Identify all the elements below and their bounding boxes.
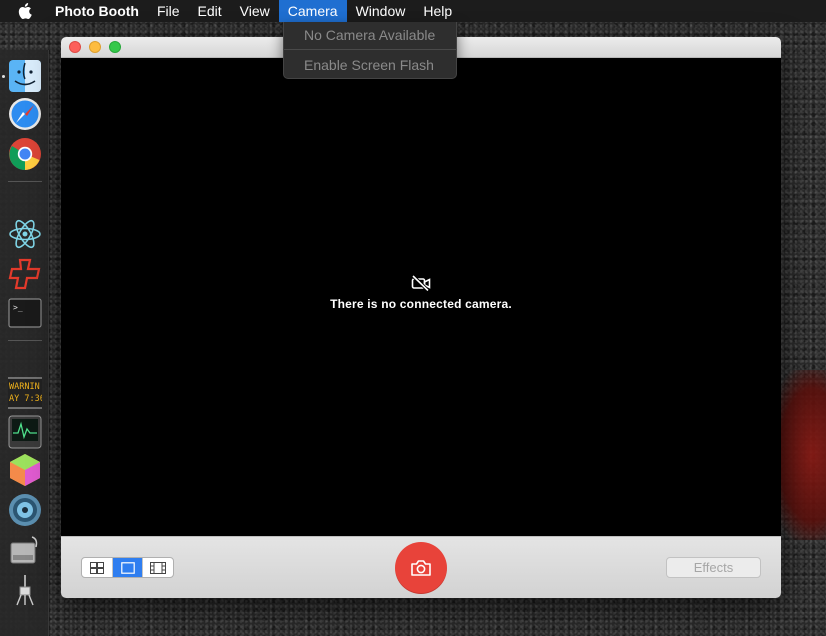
activity-monitor-icon[interactable] — [8, 415, 42, 449]
dock-separator — [8, 181, 42, 182]
menu-item-no-camera[interactable]: No Camera Available — [284, 22, 456, 48]
film-strip-icon — [150, 561, 167, 574]
no-camera-message: There is no connected camera. — [330, 297, 512, 311]
menu-help[interactable]: Help — [414, 0, 461, 22]
finder-icon[interactable] — [8, 59, 42, 93]
apple-logo-icon[interactable] — [18, 0, 34, 22]
single-photo-icon — [120, 561, 135, 574]
menu-item-screen-flash[interactable]: Enable Screen Flash — [284, 52, 456, 78]
disk-utility-icon[interactable] — [8, 493, 42, 527]
grid-icon — [89, 561, 104, 574]
svg-text:AY 7:36: AY 7:36 — [9, 394, 42, 404]
close-button[interactable] — [69, 41, 81, 53]
effects-button[interactable]: Effects — [666, 557, 761, 578]
menu-camera[interactable]: Camera — [278, 0, 347, 22]
menu-app-name[interactable]: Photo Booth — [46, 0, 148, 22]
menu-separator — [284, 49, 456, 50]
photo-booth-window: There is no connected camera. Effects — [61, 37, 781, 598]
video-view-button[interactable] — [143, 558, 173, 577]
zoom-button[interactable] — [109, 41, 121, 53]
atom-icon[interactable] — [8, 217, 42, 251]
console-icon[interactable]: WARNIN AY 7:36 — [8, 377, 45, 411]
dock-separator — [8, 340, 42, 341]
minimize-button[interactable] — [89, 41, 101, 53]
menu-bar: Photo Booth File Edit View Camera Window… — [0, 0, 826, 22]
single-photo-view-button[interactable] — [112, 558, 144, 577]
running-indicator — [2, 75, 5, 78]
boot-camp-icon[interactable] — [8, 533, 42, 567]
menu-view[interactable]: View — [231, 0, 279, 22]
safari-icon[interactable] — [8, 97, 42, 131]
menu-window[interactable]: Window — [347, 0, 415, 22]
svg-text:>_: >_ — [13, 303, 23, 312]
take-photo-button[interactable] — [395, 542, 447, 594]
camera-menu-dropdown: No Camera Available Enable Screen Flash — [283, 22, 457, 79]
dock: >_ WARNIN AY 7:36 — [0, 50, 49, 636]
grapher-icon[interactable] — [8, 453, 42, 487]
svg-text:WARNIN: WARNIN — [9, 382, 40, 392]
menu-edit[interactable]: Edit — [189, 0, 231, 22]
bottom-toolbar: Effects — [61, 536, 781, 598]
view-mode-segmented-control — [81, 557, 174, 578]
terminal-icon[interactable]: >_ — [8, 297, 42, 331]
camera-icon — [411, 560, 431, 576]
menu-file[interactable]: File — [148, 0, 189, 22]
chrome-icon[interactable] — [8, 137, 42, 171]
grid-view-button[interactable] — [82, 558, 113, 577]
plus-app-icon[interactable] — [8, 257, 42, 291]
usb-cable-icon[interactable] — [8, 573, 42, 607]
no-camera-icon — [411, 274, 431, 292]
camera-viewport: There is no connected camera. — [61, 58, 781, 536]
